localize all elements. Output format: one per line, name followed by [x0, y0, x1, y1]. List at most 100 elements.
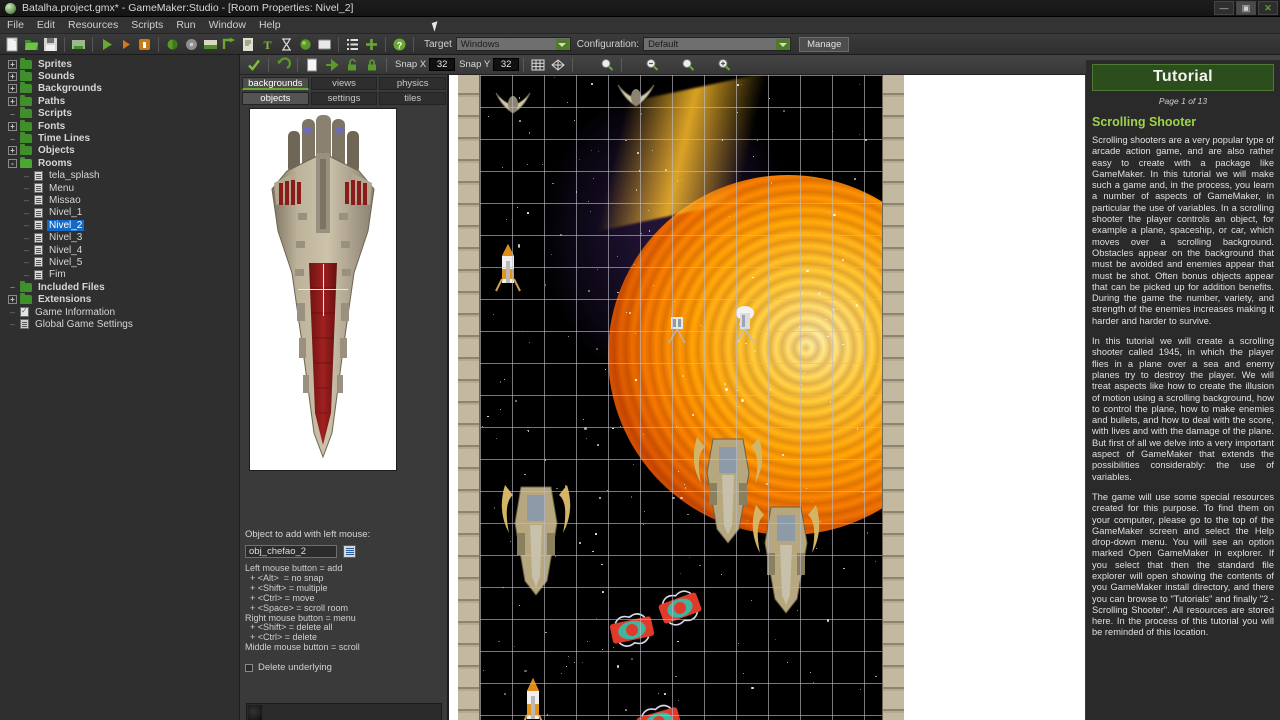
manage-button[interactable]: Manage	[799, 37, 849, 52]
tree-item-nivel-3[interactable]: –Nivel_3	[0, 231, 239, 243]
arrow-right-icon[interactable]	[324, 57, 340, 73]
create-sprite-icon[interactable]	[164, 36, 181, 53]
room-thumbnail-strip[interactable]	[246, 703, 442, 720]
tab-views[interactable]: views	[311, 77, 378, 90]
stop-icon[interactable]	[136, 36, 153, 53]
create-room-icon[interactable]	[316, 36, 333, 53]
object-name-field[interactable]: obj_chefao_2	[245, 545, 337, 558]
folder-icon	[20, 134, 32, 143]
open-folder-icon[interactable]	[23, 36, 40, 53]
tree-item-tela-splash[interactable]: –tela_splash	[0, 170, 239, 182]
expand-icon[interactable]: +	[8, 295, 17, 304]
menu-item-scripts[interactable]: Scripts	[131, 19, 163, 31]
menu-item-edit[interactable]: Edit	[37, 19, 55, 31]
expand-icon[interactable]: +	[8, 97, 17, 106]
new-page-icon[interactable]	[304, 57, 320, 73]
new-file-icon[interactable]	[4, 36, 21, 53]
tree-item-paths[interactable]: +Paths	[0, 95, 239, 107]
tree-item-included-files[interactable]: –Included Files	[0, 281, 239, 293]
game-information-icon[interactable]	[344, 36, 361, 53]
tab-tiles[interactable]: tiles	[379, 92, 446, 105]
snap-y-input[interactable]: 32	[493, 58, 519, 71]
expand-icon[interactable]: +	[8, 60, 17, 69]
tree-item-extensions[interactable]: +Extensions	[0, 293, 239, 305]
delete-underlying-row[interactable]: Delete underlying	[245, 662, 441, 673]
tree-item-objects[interactable]: +Objects	[0, 145, 239, 157]
tab-objects[interactable]: objects	[242, 92, 309, 105]
ok-check-icon[interactable]	[246, 57, 262, 73]
window-title: Batalha.project.gmx* - GameMaker:Studio …	[22, 2, 353, 14]
select-object-icon[interactable]	[343, 545, 356, 558]
snap-x-input[interactable]: 32	[429, 58, 455, 71]
canvas-right-margin	[904, 75, 1085, 720]
expand-icon[interactable]: +	[8, 72, 17, 81]
zoom-icon[interactable]	[599, 57, 615, 73]
tree-item-nivel-4[interactable]: –Nivel_4	[0, 244, 239, 256]
create-background-icon[interactable]	[202, 36, 219, 53]
configuration-dropdown[interactable]: Default	[643, 37, 791, 51]
create-script-icon[interactable]	[240, 36, 257, 53]
save-icon[interactable]	[42, 36, 59, 53]
lock-closed-icon[interactable]	[364, 57, 380, 73]
room-icon	[34, 208, 43, 218]
tree-connector: –	[22, 208, 31, 218]
tree-item-nivel-2[interactable]: –Nivel_2	[0, 219, 239, 231]
tree-item-rooms[interactable]: -Rooms	[0, 157, 239, 169]
tree-item-sprites[interactable]: +Sprites	[0, 58, 239, 70]
tree-item-game-information[interactable]: –Game Information	[0, 306, 239, 318]
tree-item-scripts[interactable]: –Scripts	[0, 108, 239, 120]
tree-item-sounds[interactable]: +Sounds	[0, 70, 239, 82]
maximize-button[interactable]: ▣	[1236, 1, 1256, 15]
expand-icon[interactable]: +	[8, 84, 17, 93]
create-sound-icon[interactable]	[183, 36, 200, 53]
menu-item-window[interactable]: Window	[209, 19, 246, 31]
room-canvas[interactable]	[448, 75, 1085, 720]
undo-icon[interactable]	[275, 57, 291, 73]
tab-physics[interactable]: physics	[379, 77, 446, 90]
tree-item-label: Nivel_5	[47, 257, 84, 268]
chevron-down-icon	[556, 39, 569, 50]
isometric-grid-icon[interactable]	[550, 57, 566, 73]
target-value: Windows	[457, 39, 500, 50]
global-game-settings-icon[interactable]	[363, 36, 380, 53]
resource-tree[interactable]: +Sprites+Sounds+Backgrounds+Paths–Script…	[0, 55, 240, 720]
tree-item-fonts[interactable]: +Fonts	[0, 120, 239, 132]
tree-item-fim[interactable]: –Fim	[0, 269, 239, 281]
tree-item-missao[interactable]: –Missao	[0, 194, 239, 206]
delete-underlying-checkbox[interactable]	[245, 664, 253, 672]
menu-item-help[interactable]: Help	[259, 19, 281, 31]
menu-item-run[interactable]: Run	[176, 19, 195, 31]
menu-item-resources[interactable]: Resources	[68, 19, 118, 31]
tree-item-time-lines[interactable]: –Time Lines	[0, 132, 239, 144]
room-content[interactable]	[458, 75, 904, 720]
help-icon[interactable]: ?	[391, 36, 408, 53]
zoom-in-icon[interactable]	[716, 57, 732, 73]
tree-item-backgrounds[interactable]: +Backgrounds	[0, 83, 239, 95]
thumbnail-cell[interactable]	[248, 705, 262, 720]
menu-item-file[interactable]: File	[7, 19, 24, 31]
run-icon[interactable]	[98, 36, 115, 53]
create-font-icon[interactable]: T	[259, 36, 276, 53]
publish-icon[interactable]	[70, 36, 87, 53]
tree-item-global-game-settings[interactable]: –Global Game Settings	[0, 318, 239, 330]
tree-item-menu[interactable]: –Menu	[0, 182, 239, 194]
zoom-reset-icon[interactable]	[680, 57, 696, 73]
zoom-out-icon[interactable]	[644, 57, 660, 73]
tree-item-nivel-1[interactable]: –Nivel_1	[0, 207, 239, 219]
minimize-button[interactable]: —	[1214, 1, 1234, 15]
tree-item-nivel-5[interactable]: –Nivel_5	[0, 256, 239, 268]
tab-settings[interactable]: settings	[311, 92, 378, 105]
grid-icon[interactable]	[530, 57, 546, 73]
create-timeline-icon[interactable]	[278, 36, 295, 53]
target-dropdown[interactable]: Windows	[456, 37, 571, 51]
expand-icon[interactable]: +	[8, 146, 17, 155]
expand-icon[interactable]: +	[8, 122, 17, 131]
create-object-icon[interactable]	[297, 36, 314, 53]
lock-open-icon[interactable]	[344, 57, 360, 73]
gamemaker-logo-icon	[5, 3, 16, 14]
close-button[interactable]: ✕	[1258, 1, 1278, 15]
debug-run-icon[interactable]	[117, 36, 134, 53]
tab-backgrounds[interactable]: backgrounds	[242, 77, 309, 90]
collapse-icon[interactable]: -	[8, 159, 17, 168]
create-path-icon[interactable]	[221, 36, 238, 53]
